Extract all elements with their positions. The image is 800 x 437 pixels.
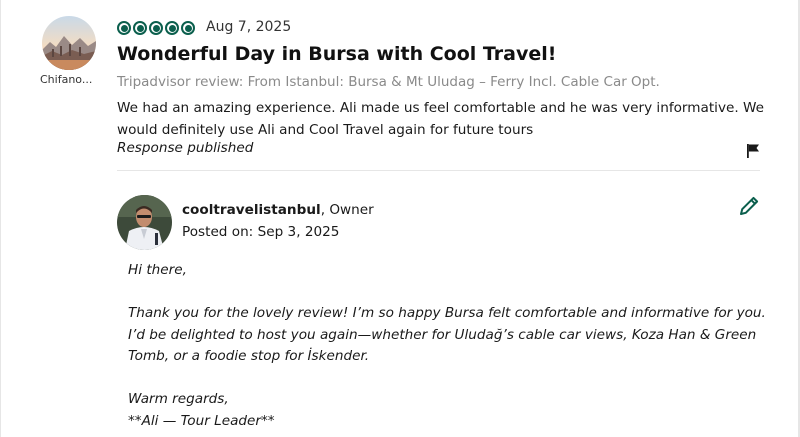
review-date: Aug 7, 2025 <box>206 19 292 35</box>
pencil-edit-icon[interactable] <box>738 195 760 217</box>
rating-bubble-icon <box>149 21 163 35</box>
owner-byline: cooltravelistanbul, Owner <box>182 202 374 218</box>
posted-date: Sep 3, 2025 <box>257 224 340 240</box>
review-card: Chifano... Aug 7, 2025 Wonderful Day in … <box>0 0 800 437</box>
review-source: Tripadvisor review: From Istanbul: Bursa… <box>117 74 660 90</box>
reviewer-avatar[interactable] <box>42 16 96 70</box>
owner-name[interactable]: cooltravelistanbul <box>182 202 321 218</box>
reviewer-name[interactable]: Chifano... <box>40 73 100 86</box>
posted-label: Posted on: <box>182 224 254 240</box>
response-signoff: Warm regards, <box>128 391 229 407</box>
owner-avatar[interactable] <box>117 195 172 250</box>
review-title: Wonderful Day in Bursa with Cool Travel! <box>117 43 557 65</box>
review-body: We had an amazing experience. Ali made u… <box>117 100 765 138</box>
left-border <box>0 0 1 437</box>
response-body: Hi there, Thank you for the lovely revie… <box>128 260 768 432</box>
flag-icon[interactable] <box>745 143 761 159</box>
rating-bubbles <box>117 21 195 35</box>
divider <box>117 170 760 171</box>
rating-bubble-icon <box>117 21 131 35</box>
response-signature: **Ali — Tour Leader** <box>128 412 275 429</box>
response-status: Response published <box>117 140 254 156</box>
rating-bubble-icon <box>181 21 195 35</box>
response-greeting: Hi there, <box>128 262 187 278</box>
rating-bubble-icon <box>165 21 179 35</box>
response-paragraph: Thank you for the lovely review! I’m so … <box>128 305 766 364</box>
posted-line: Posted on: Sep 3, 2025 <box>182 224 339 240</box>
owner-role: , Owner <box>320 202 374 218</box>
rating-bubble-icon <box>133 21 147 35</box>
